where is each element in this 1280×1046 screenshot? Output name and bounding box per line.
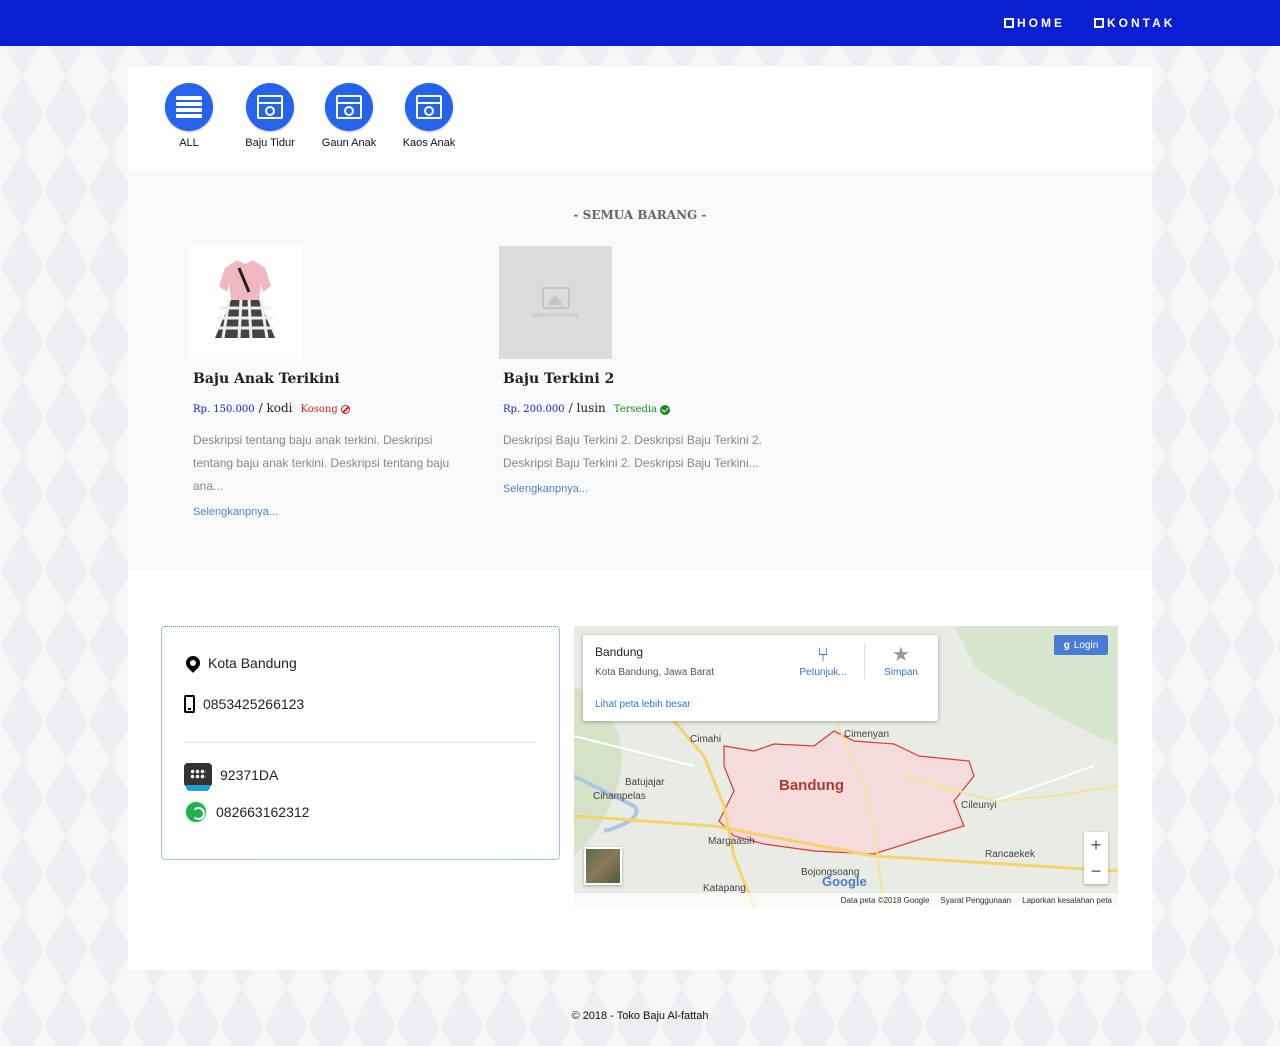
image-placeholder-icon <box>541 286 570 309</box>
products-section: - SEMUA BARANG - Baju Anak Terikini Rp. … <box>128 170 1152 570</box>
google-plus-icon: g <box>1063 639 1070 651</box>
category-label: Baju Tidur <box>245 137 295 149</box>
ban-icon <box>340 405 350 414</box>
category-circle <box>405 83 453 131</box>
home-icon <box>1004 18 1014 28</box>
phone-icon <box>184 695 195 713</box>
directions-icon: ⑂ <box>817 644 829 666</box>
save-label: Simpan <box>884 667 918 678</box>
category-circle <box>165 83 213 131</box>
category-kaos-anak[interactable]: Kaos Anak <box>384 83 474 149</box>
product-name[interactable]: Baju Anak Terikini <box>193 371 479 387</box>
category-label: Kaos Anak <box>402 137 456 149</box>
page-footer: © 2018 - Toko Baju Al-fattah <box>571 1010 709 1022</box>
larger-map-link[interactable]: Lihat peta lebih besar <box>595 699 691 710</box>
directions-button[interactable]: ⑂ Petunjuk... <box>793 643 853 678</box>
satellite-toggle[interactable] <box>584 847 622 885</box>
product-card: Baju Anak Terikini Rp. 150.000 / kodi Ko… <box>189 246 479 518</box>
product-description: Deskripsi Baju Terkini 2. Deskripsi Baju… <box>503 433 762 470</box>
embedded-map[interactable]: Cimahi Cimenyan Batujajar Cihampelas Cil… <box>574 626 1118 907</box>
stock-label: Kosong <box>300 404 338 415</box>
map-info-card: Bandung Kota Bandung, Jawa Barat Lihat p… <box>583 635 938 721</box>
image-placeholder-text: IMAGE NOT FOUND <box>531 312 580 319</box>
map-city-label: Bandung <box>779 777 844 794</box>
main-container: ALL Baju Tidur Gaun Anak Kaos Anak - SEM… <box>128 66 1152 970</box>
contact-whatsapp: 082663162312 <box>184 800 309 824</box>
product-image[interactable]: IMAGE NOT FOUND <box>499 246 612 359</box>
product-description: Deskripsi tentang baju anak terkini. Des… <box>193 433 450 493</box>
top-navbar: HOME KONTAK <box>0 0 1280 46</box>
nav-home-link[interactable]: HOME <box>1004 16 1065 30</box>
whatsapp-text: 082663162312 <box>216 804 310 820</box>
category-gaun-anak[interactable]: Gaun Anak <box>304 83 394 149</box>
contact-icon <box>1094 18 1104 28</box>
price-row: Rp. 200.000 / lusin Tersedia <box>503 401 789 415</box>
category-circle <box>325 83 373 131</box>
washer-icon <box>257 95 283 119</box>
nav-home-label: HOME <box>1017 16 1065 30</box>
divider <box>184 742 536 743</box>
bbm-text: 92371DA <box>220 767 279 783</box>
stock-label: Tersedia <box>613 404 657 415</box>
check-circle-icon <box>660 404 670 415</box>
map-terms-link[interactable]: Syarat Penggunaan <box>940 896 1011 905</box>
map-report-link[interactable]: Laporkan kesalahan peta <box>1022 896 1112 905</box>
stock-status: Kosong <box>301 404 350 415</box>
stock-status: Tersedia <box>614 404 670 415</box>
category-label: Gaun Anak <box>321 137 377 149</box>
nav-kontak-link[interactable]: KONTAK <box>1094 16 1175 30</box>
washer-icon <box>416 95 442 119</box>
product-price: Rp. 150.000 <box>193 404 255 415</box>
category-baju-tidur[interactable]: Baju Tidur <box>225 83 315 149</box>
product-card: IMAGE NOT FOUND Baju Terkini 2 Rp. 200.0… <box>499 246 789 495</box>
list-icon <box>176 96 202 118</box>
washer-icon <box>336 95 362 119</box>
directions-label: Petunjuk... <box>799 667 847 678</box>
read-more-link[interactable]: Selengkanpnya... <box>503 483 789 495</box>
map-place-region: Kota Bandung, Jawa Barat <box>595 667 714 678</box>
phone-text: 0853425266123 <box>203 696 305 712</box>
login-button[interactable]: g Login <box>1054 635 1108 655</box>
map-place-label: Cimenyan <box>844 729 890 740</box>
location-text: Kota Bandung <box>208 655 297 671</box>
map-footer: Data peta ©2018 Google Syarat Penggunaan… <box>574 893 1118 907</box>
map-place-label: Batujajar <box>625 777 665 788</box>
bbm-icon <box>184 763 212 791</box>
product-name[interactable]: Baju Terkini 2 <box>503 371 789 387</box>
zoom-in-button[interactable]: + <box>1084 832 1108 858</box>
contact-bbm: 92371DA <box>184 763 279 791</box>
map-place-label: Cileunyi <box>961 800 997 811</box>
login-label: Login <box>1073 639 1099 651</box>
category-bar: ALL Baju Tidur Gaun Anak Kaos Anak <box>128 66 1152 170</box>
category-all[interactable]: ALL <box>144 83 234 149</box>
whatsapp-icon <box>184 800 208 824</box>
map-place-label: Margaasih <box>708 836 755 847</box>
star-icon: ★ <box>892 644 910 666</box>
contact-location: Kota Bandung <box>183 653 297 673</box>
map-pin-icon <box>183 653 203 673</box>
divider <box>864 643 865 679</box>
section-title: - SEMUA BARANG - <box>573 208 707 222</box>
read-more-link[interactable]: Selengkanpnya... <box>193 506 479 518</box>
product-price: Rp. 200.000 <box>503 404 565 415</box>
map-data-credit: Data peta ©2018 Google <box>840 895 930 905</box>
product-image[interactable] <box>189 246 302 359</box>
zoom-out-button[interactable]: − <box>1084 858 1108 884</box>
zoom-control: + − <box>1084 832 1108 884</box>
contact-box: Kota Bandung 0853425266123 92371DA 08266… <box>161 626 560 860</box>
category-circle <box>246 83 294 131</box>
map-place-title: Bandung <box>595 645 644 659</box>
map-place-label: Cihampelas <box>593 791 646 802</box>
product-unit: / kodi <box>258 401 293 415</box>
product-unit: / lusin <box>568 401 606 415</box>
price-row: Rp. 150.000 / kodi Kosong <box>193 401 479 415</box>
nav-kontak-label: KONTAK <box>1107 16 1176 30</box>
map-place-label: Rancaekek <box>985 849 1036 860</box>
category-label: ALL <box>179 137 199 149</box>
save-button[interactable]: ★ Simpan <box>871 643 931 678</box>
map-place-label: Cimahi <box>690 734 722 745</box>
google-logo: Google <box>822 874 867 889</box>
dress-image <box>189 246 302 359</box>
contact-phone: 0853425266123 <box>184 695 304 713</box>
